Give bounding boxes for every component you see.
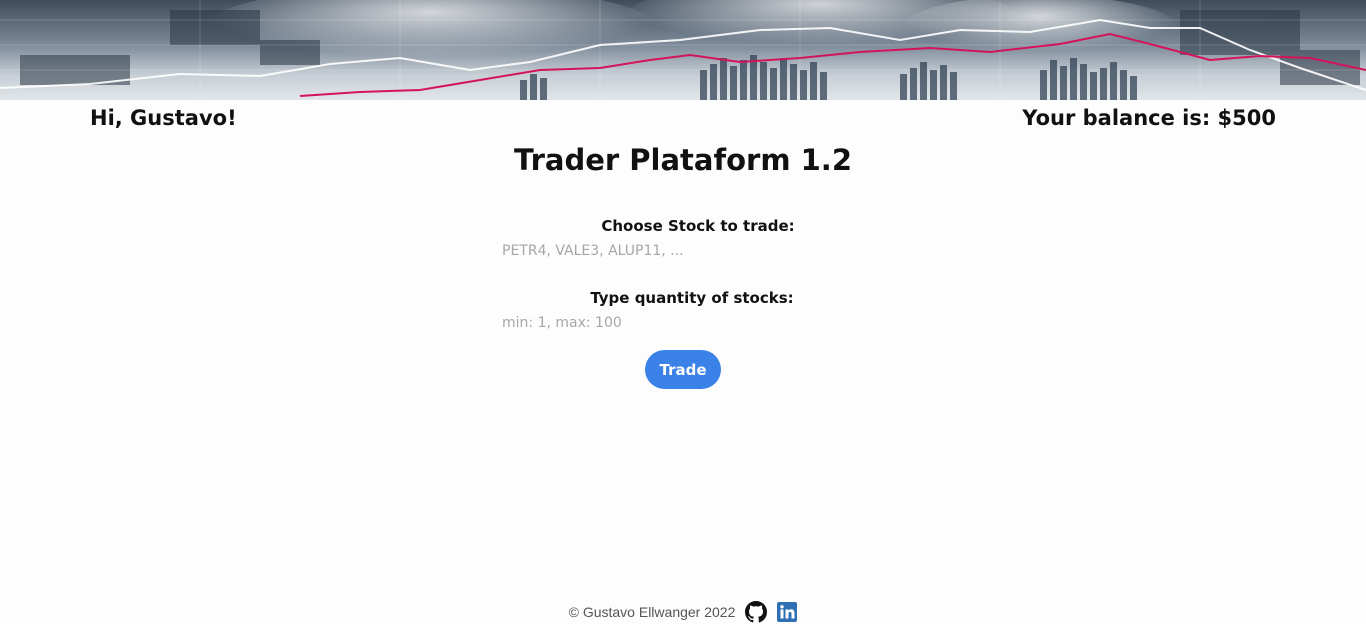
copyright-text: © Gustavo Ellwanger 2022 [568, 604, 736, 620]
header-banner [0, 0, 1366, 100]
stock-symbol-input[interactable] [500, 239, 834, 263]
page-title: Trader Plataform 1.2 [513, 143, 853, 177]
linkedin-icon [777, 602, 798, 622]
user-greeting: Hi, Gustavo! [90, 106, 237, 130]
quantity-input[interactable] [500, 311, 834, 335]
github-link[interactable] [745, 601, 768, 623]
trade-button[interactable]: Trade [645, 350, 721, 389]
account-balance: Your balance is: $500 [1022, 106, 1276, 130]
stock-field-label: Choose Stock to trade: [601, 217, 795, 235]
stock-chart-banner-image [0, 0, 1366, 100]
quantity-field-label: Type quantity of stocks: [590, 289, 794, 307]
footer: © Gustavo Ellwanger 2022 [0, 600, 1366, 624]
linkedin-link[interactable] [777, 602, 798, 622]
github-icon [745, 601, 768, 623]
